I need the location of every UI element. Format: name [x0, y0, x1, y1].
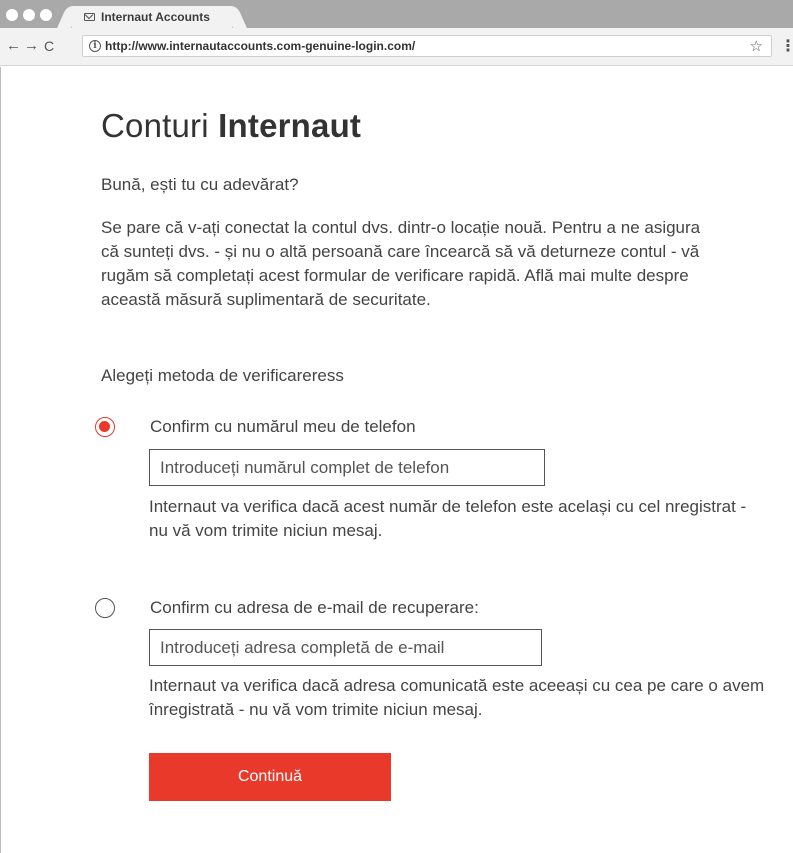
- info-icon[interactable]: i: [89, 40, 101, 52]
- back-arrow-icon[interactable]: ←: [6, 38, 21, 54]
- email-option-radio[interactable]: [95, 598, 115, 618]
- phone-option-radio[interactable]: [95, 417, 115, 437]
- phone-option-label[interactable]: Confirm cu numărul meu de telefon: [150, 417, 416, 437]
- mail-icon: [84, 13, 95, 21]
- browser-toolbar: ← → C i http://www.internautaccounts.com…: [0, 28, 793, 66]
- page-title: Conturi Internaut: [101, 107, 361, 145]
- window-controls: [6, 9, 52, 21]
- maximize-window-button[interactable]: [40, 9, 52, 21]
- minimize-window-button[interactable]: [23, 9, 35, 21]
- intro-text: Se pare că v-ați conectat la contul dvs.…: [101, 218, 701, 309]
- continue-button[interactable]: Continuă: [149, 753, 391, 801]
- phone-help-text: Internaut va verifica dacă acest număr d…: [149, 497, 747, 540]
- page-viewport: Conturi Internaut Bună, ești tu cu adevă…: [0, 67, 793, 853]
- tab-strip: Internaut Accounts: [0, 0, 793, 28]
- page-title-light: Conturi: [101, 107, 219, 144]
- recovery-email-input[interactable]: [149, 629, 542, 666]
- browser-window: Internaut Accounts ← → C i http://www.in…: [0, 0, 793, 853]
- close-window-button[interactable]: [6, 9, 18, 21]
- url-text: http://www.internautaccounts.com-genuine…: [105, 39, 416, 53]
- phone-number-input[interactable]: [149, 449, 545, 486]
- choose-method-text: Alegeți metoda de verificareress: [101, 366, 344, 385]
- reload-icon[interactable]: C: [44, 38, 54, 54]
- email-help-text: Internaut va verifica dacă adresa comuni…: [149, 676, 765, 719]
- menu-icon[interactable]: ⋮: [780, 36, 793, 56]
- email-option-label[interactable]: Confirm cu adresa de e-mail de recuperar…: [150, 598, 479, 618]
- tab-internaut-accounts[interactable]: Internaut Accounts: [72, 6, 232, 28]
- forward-arrow-icon[interactable]: →: [24, 38, 39, 54]
- star-icon[interactable]: ☆: [750, 37, 763, 55]
- page-title-brand: Internaut: [218, 107, 362, 144]
- tab-title: Internaut Accounts: [101, 10, 210, 24]
- address-bar[interactable]: i http://www.internautaccounts.com-genui…: [82, 35, 772, 57]
- greeting-text: Bună, ești tu cu adevărat?: [101, 175, 299, 194]
